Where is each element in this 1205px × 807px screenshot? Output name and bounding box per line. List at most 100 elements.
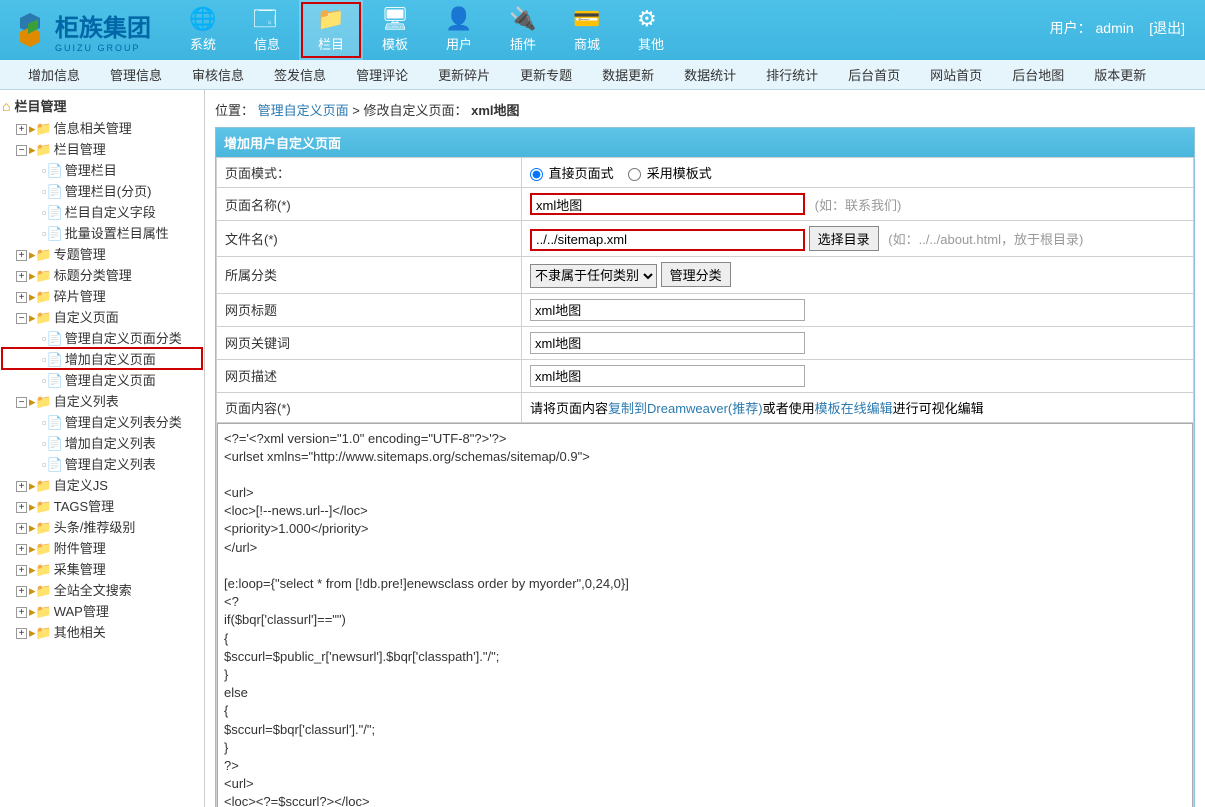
name-label: 页面名称(*) [217, 188, 522, 221]
folder-icon: ▸📁 [29, 499, 52, 514]
topnav-其他[interactable]: ⚙其他 [619, 0, 683, 60]
desc-input[interactable] [530, 365, 805, 387]
expand-icon[interactable]: + [16, 481, 27, 492]
sidebar[interactable]: 栏目管理 +▸📁信息相关管理−▸📁栏目管理▫📄管理栏目▫📄管理栏目(分页)▫📄栏… [0, 90, 205, 807]
tree-信息相关管理[interactable]: +▸📁信息相关管理 [2, 117, 202, 138]
subnav-后台首页[interactable]: 后台首页 [848, 65, 900, 84]
breadcrumb-link[interactable]: 管理自定义页面 [258, 103, 349, 118]
tree-栏目自定义字段[interactable]: ▫📄栏目自定义字段 [2, 201, 202, 222]
breadcrumb-prefix: 位置： [215, 103, 254, 118]
content-textarea[interactable]: <?='<?xml version="1.0" encoding="UTF-8"… [217, 423, 1193, 807]
subnav-网站首页[interactable]: 网站首页 [930, 65, 982, 84]
tree-附件管理[interactable]: +▸📁附件管理 [2, 537, 202, 558]
mode-direct-radio[interactable]: 直接页面式 [530, 166, 614, 181]
topnav-用户[interactable]: 👤用户 [427, 0, 491, 60]
topnav-系统[interactable]: 🌐系统 [171, 0, 235, 60]
tree-栏目管理[interactable]: −▸📁栏目管理 [2, 138, 202, 159]
tree-自定义JS[interactable]: +▸📁自定义JS [2, 474, 202, 495]
panel-title: 增加用户自定义页面 [216, 128, 1194, 157]
expand-icon[interactable]: − [16, 397, 27, 408]
tree-头条/推荐级别[interactable]: +▸📁头条/推荐级别 [2, 516, 202, 537]
tree-其他相关[interactable]: +▸📁其他相关 [2, 621, 202, 642]
expand-icon[interactable]: + [16, 565, 27, 576]
subnav-管理信息[interactable]: 管理信息 [110, 65, 162, 84]
content-area: 位置： 管理自定义页面 > 修改自定义页面： xml地图 增加用户自定义页面 页… [205, 90, 1205, 807]
expand-icon[interactable]: + [16, 523, 27, 534]
user-label: 用户： [1050, 20, 1092, 36]
tree-采集管理[interactable]: +▸📁采集管理 [2, 558, 202, 579]
expand-icon[interactable]: + [16, 124, 27, 135]
expand-icon[interactable]: + [16, 544, 27, 555]
logo-subtitle: GUIZU GROUP [55, 43, 151, 53]
subnav-后台地图[interactable]: 后台地图 [1012, 65, 1064, 84]
user-icon: 👤 [445, 7, 473, 31]
expand-icon[interactable]: − [16, 313, 27, 324]
tree-增加自定义列表[interactable]: ▫📄增加自定义列表 [2, 432, 202, 453]
choose-dir-button[interactable]: 选择目录 [809, 226, 879, 251]
subnav-增加信息[interactable]: 增加信息 [28, 65, 80, 84]
tree-标题分类管理[interactable]: +▸📁标题分类管理 [2, 264, 202, 285]
mode-tpl-radio[interactable]: 采用模板式 [628, 166, 712, 181]
expand-icon[interactable]: + [16, 250, 27, 261]
expand-icon[interactable]: + [16, 502, 27, 513]
user-name[interactable]: admin [1096, 20, 1134, 36]
expand-icon[interactable]: + [16, 271, 27, 282]
tree-自定义页面[interactable]: −▸📁自定义页面 [2, 306, 202, 327]
tree-碎片管理[interactable]: +▸📁碎片管理 [2, 285, 202, 306]
tree-管理自定义列表[interactable]: ▫📄管理自定义列表 [2, 453, 202, 474]
folder-icon: ▸📁 [29, 289, 52, 304]
tree-WAP管理[interactable]: +▸📁WAP管理 [2, 600, 202, 621]
category-select[interactable]: 不隶属于任何类别 [530, 264, 657, 288]
page-icon: ▫📄 [42, 226, 63, 241]
expand-icon[interactable]: + [16, 607, 27, 618]
page-title-input[interactable] [530, 299, 805, 321]
topnav-插件[interactable]: 🔌插件 [491, 0, 555, 60]
subnav-数据统计[interactable]: 数据统计 [684, 65, 736, 84]
tree-管理栏目[interactable]: ▫📄管理栏目 [2, 159, 202, 180]
folder-icon: 📁 [317, 7, 345, 31]
subnav-排行统计[interactable]: 排行统计 [766, 65, 818, 84]
tree-自定义列表[interactable]: −▸📁自定义列表 [2, 390, 202, 411]
breadcrumb-name: xml地图 [471, 103, 519, 118]
tree-专题管理[interactable]: +▸📁专题管理 [2, 243, 202, 264]
tree-管理自定义页面[interactable]: ▫📄管理自定义页面 [2, 369, 202, 390]
topnav-商城[interactable]: 💳商城 [555, 0, 619, 60]
subnav-管理评论[interactable]: 管理评论 [356, 65, 408, 84]
subnav-版本更新[interactable]: 版本更新 [1094, 65, 1146, 84]
topnav-模板[interactable]: 🖥模板 [363, 0, 427, 60]
tree-全站全文搜索[interactable]: +▸📁全站全文搜索 [2, 579, 202, 600]
tree-增加自定义页面[interactable]: ▫📄增加自定义页面 [2, 348, 202, 369]
folder-icon: ▸📁 [29, 478, 52, 493]
subnav-更新专题[interactable]: 更新专题 [520, 65, 572, 84]
tree-批量设置栏目属性[interactable]: ▫📄批量设置栏目属性 [2, 222, 202, 243]
expand-icon[interactable]: + [16, 586, 27, 597]
subnav-审核信息[interactable]: 审核信息 [192, 65, 244, 84]
online-edit-link[interactable]: 模板在线编辑 [815, 401, 893, 416]
keyword-input[interactable] [530, 332, 805, 354]
tree-管理自定义页面分类[interactable]: ▫📄管理自定义页面分类 [2, 327, 202, 348]
subnav-签发信息[interactable]: 签发信息 [274, 65, 326, 84]
logout-link[interactable]: [退出] [1149, 20, 1185, 36]
topnav-栏目[interactable]: 📁栏目 [299, 0, 363, 60]
subnav-更新碎片[interactable]: 更新碎片 [438, 65, 490, 84]
expand-icon[interactable]: − [16, 145, 27, 156]
tree-管理自定义列表分类[interactable]: ▫📄管理自定义列表分类 [2, 411, 202, 432]
folder-icon: ▸📁 [29, 604, 52, 619]
subnav-数据更新[interactable]: 数据更新 [602, 65, 654, 84]
expand-icon[interactable]: + [16, 292, 27, 303]
folder-icon: ▸📁 [29, 562, 52, 577]
page-name-input[interactable] [530, 193, 805, 215]
folder-icon: ▸📁 [29, 268, 52, 283]
expand-icon[interactable]: + [16, 628, 27, 639]
top-nav: 🌐系统🗔信息📁栏目🖥模板👤用户🔌插件💳商城⚙其他 [171, 0, 683, 60]
dreamweaver-link[interactable]: 复制到Dreamweaver(推荐) [608, 401, 763, 416]
manage-cat-button[interactable]: 管理分类 [661, 262, 731, 287]
topnav-信息[interactable]: 🗔信息 [235, 0, 299, 60]
file-name-input[interactable] [530, 229, 805, 251]
tree-TAGS管理[interactable]: +▸📁TAGS管理 [2, 495, 202, 516]
mode-label: 页面模式： [217, 158, 522, 188]
keyword-label: 网页关键词 [217, 326, 522, 359]
top-bar: 柜族集团 GUIZU GROUP 🌐系统🗔信息📁栏目🖥模板👤用户🔌插件💳商城⚙其… [0, 0, 1205, 60]
tree-管理栏目(分页)[interactable]: ▫📄管理栏目(分页) [2, 180, 202, 201]
cat-label: 所属分类 [217, 257, 522, 294]
